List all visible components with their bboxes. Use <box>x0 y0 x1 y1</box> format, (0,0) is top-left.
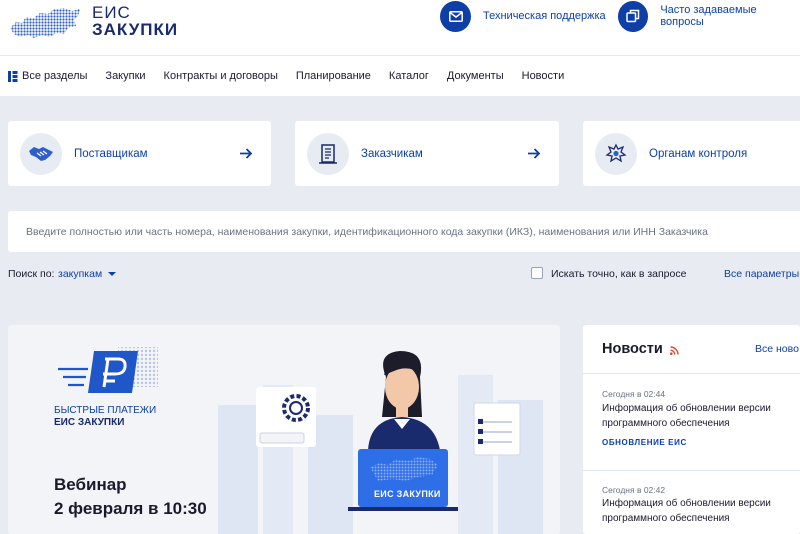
nav-documents[interactable]: Документы <box>447 70 504 82</box>
document-building-icon <box>307 132 349 175</box>
news-time: Сегодня в 02:44 <box>602 389 666 399</box>
logo-text-line2: ЗАКУПКИ <box>92 20 179 39</box>
main-nav: Все разделы Закупки Контракты и договоры… <box>0 56 800 96</box>
nav-planning[interactable]: Планирование <box>296 70 371 82</box>
russia-map-icon <box>10 8 80 38</box>
news-title: Новости <box>602 341 663 357</box>
news-tag[interactable]: ОБНОВЛЕНИЕ ЕИС <box>602 438 687 447</box>
rss-icon[interactable] <box>670 346 679 355</box>
mail-icon <box>440 0 471 32</box>
sections-grid-icon <box>8 70 18 82</box>
search-by-label: Поиск по: <box>8 268 55 280</box>
support-label: Техническая поддержка <box>483 10 606 22</box>
nav-news[interactable]: Новости <box>522 70 565 82</box>
faq-link[interactable]: Часто задаваемые вопросы <box>618 0 800 32</box>
news-time: Сегодня в 02:42 <box>602 485 666 495</box>
divider <box>583 470 800 471</box>
faq-label: Часто задаваемые вопросы <box>660 4 757 28</box>
news-item-title[interactable]: Информация об обновлении версии программ… <box>602 401 792 431</box>
logo[interactable]: ЕИС ЗАКУПКИ <box>8 2 188 48</box>
caret-down-icon <box>108 272 117 276</box>
news-panel: Новости Все ново Сегодня в 02:44 Информа… <box>583 325 800 534</box>
arrow-right-icon <box>528 148 541 159</box>
nav-all-sections[interactable]: Все разделы <box>8 70 87 82</box>
banner-title-line2: ЕИС ЗАКУПКИ <box>54 417 125 428</box>
arrow-right-icon <box>240 148 253 159</box>
card-suppliers[interactable]: Поставщикам <box>8 121 271 186</box>
copy-icon <box>618 0 649 32</box>
exact-search-label: Искать точно, как в запросе <box>551 268 687 280</box>
banner-title-line1: БЫСТРЫЕ ПЛАТЕЖИ <box>54 405 157 416</box>
news-item-title[interactable]: Информация об обновлении версии программ… <box>602 496 792 526</box>
nav-contracts[interactable]: Контракты и договоры <box>164 70 278 82</box>
all-news-link[interactable]: Все ново <box>755 343 799 355</box>
exact-search-checkbox[interactable] <box>531 267 543 279</box>
nav-label: Все разделы <box>22 70 88 82</box>
card-control-bodies[interactable]: Органам контроля <box>583 121 800 186</box>
search-options: Поиск по: закупкам Искать точно, как в з… <box>0 265 800 285</box>
search-input[interactable]: Введите полностью или часть номера, наим… <box>8 211 800 252</box>
support-link[interactable]: Техническая поддержка <box>440 0 606 32</box>
search-by-value: закупкам <box>58 268 103 280</box>
advanced-search-link[interactable]: Все параметры п <box>724 268 800 280</box>
card-customers[interactable]: Заказчикам <box>295 121 559 186</box>
divider <box>583 373 800 374</box>
nav-purchases[interactable]: Закупки <box>105 70 145 82</box>
header: ЕИС ЗАКУПКИ Техническая поддержка Часто … <box>0 0 800 56</box>
card-label: Заказчикам <box>361 147 423 160</box>
nav-catalog[interactable]: Каталог <box>389 70 429 82</box>
emblem-icon <box>595 132 637 175</box>
card-label: Органам контроля <box>649 147 748 160</box>
card-label: Поставщикам <box>74 147 148 160</box>
search-by-dropdown[interactable]: закупкам <box>58 268 117 280</box>
laptop-caption: ЕИС ЗАКУПКИ <box>374 489 441 499</box>
banner-webinar: Вебинар <box>54 475 127 494</box>
promo-banner[interactable]: БЫСТРЫЕ ПЛАТЕЖИ ЕИС ЗАКУПКИ ЕИС ЗАКУПКИ … <box>8 325 560 534</box>
handshake-icon <box>20 132 62 175</box>
search-placeholder: Введите полностью или часть номера, наим… <box>26 225 708 238</box>
banner-date: 2 февраля в 10:30 <box>54 499 207 518</box>
